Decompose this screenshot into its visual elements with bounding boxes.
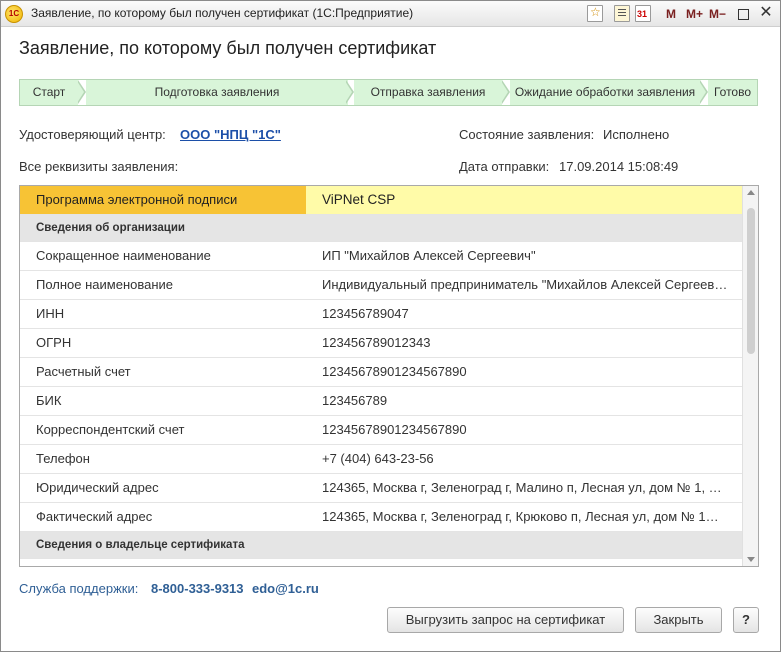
- table-row[interactable]: Фактический адрес 124365, Москва г, Зеле…: [20, 503, 742, 532]
- row-name: ИНН: [36, 306, 65, 321]
- table-row[interactable]: Полное наименование Индивидуальный предп…: [20, 271, 742, 300]
- table-row[interactable]: ОГРН 123456789012343: [20, 329, 742, 358]
- title-bar: 1С Заявление, по которому был получен се…: [1, 1, 780, 27]
- requisites-table[interactable]: Программа электронной подписи ViPNet CSP…: [19, 185, 759, 567]
- row-value: Индивидуальный предприниматель "Михайлов…: [322, 277, 728, 292]
- section-title: Сведения об организации: [36, 222, 185, 234]
- row-value: 12345678901234567890: [322, 364, 467, 379]
- row-value: +7 (404) 643-23-56: [322, 451, 434, 466]
- calendar-icon[interactable]: [635, 5, 651, 22]
- row-value: ИП "Михайлов Алексей Сергеевич": [322, 248, 536, 263]
- row-value: 12345678901234567890: [322, 422, 467, 437]
- scroll-down-arrow-icon[interactable]: [747, 557, 755, 562]
- table-row[interactable]: ИНН 123456789047: [20, 300, 742, 329]
- row-name: Полное наименование: [36, 277, 174, 292]
- page-title: Заявление, по которому был получен серти…: [19, 38, 437, 58]
- support-label: Служба поддержки:: [19, 581, 139, 596]
- support-email-link[interactable]: edo@1c.ru: [252, 581, 319, 596]
- support-phone: 8-800-333-9313: [151, 581, 244, 596]
- sent-date-value: 17.09.2014 15:08:49: [559, 159, 679, 174]
- sent-date-label: Дата отправки:: [459, 159, 550, 174]
- step-start: Старт: [20, 80, 78, 105]
- section-title: Сведения о владельце сертификата: [36, 539, 245, 551]
- row-value: 124365, Москва г, Зеленоград г, Малино п…: [322, 480, 722, 495]
- row-value: 123456789047: [322, 306, 409, 321]
- row-name: ОГРН: [36, 335, 72, 350]
- dialog-window: 1С Заявление, по которому был получен се…: [0, 0, 781, 652]
- step-label: Старт: [32, 85, 66, 99]
- ca-label: Удостоверяющий центр:: [19, 127, 166, 142]
- section-organization[interactable]: Сведения об организации: [20, 215, 742, 242]
- 1c-logo-icon: 1С: [5, 5, 23, 23]
- row-value: 124365, Москва г, Зеленоград г, Крюково …: [322, 509, 719, 524]
- row-name: Фактический адрес: [36, 509, 153, 524]
- upload-request-button[interactable]: Выгрузить запрос на сертификат: [387, 607, 624, 633]
- step-done: Готово: [708, 80, 757, 105]
- row-name: Телефон: [36, 451, 90, 466]
- row-name: Юридический адрес: [36, 480, 159, 495]
- table-row[interactable]: Расчетный счет 12345678901234567890: [20, 358, 742, 387]
- memory-minus-button[interactable]: M−: [709, 7, 726, 21]
- help-button[interactable]: ?: [733, 607, 759, 633]
- row-value: 123456789: [322, 393, 388, 408]
- close-window-icon[interactable]: ✕: [759, 5, 773, 21]
- requisites-label: Все реквизиты заявления:: [19, 159, 179, 174]
- row-name: БИК: [36, 393, 62, 408]
- table-row[interactable]: Телефон +7 (404) 643-23-56: [20, 445, 742, 474]
- favorite-star-icon[interactable]: [587, 5, 603, 22]
- row-name: Программа электронной подписи: [36, 192, 238, 207]
- close-button[interactable]: Закрыть: [635, 607, 722, 633]
- row-name: Расчетный счет: [36, 364, 131, 379]
- status-value: Исполнено: [603, 127, 670, 142]
- table-row[interactable]: БИК 123456789: [20, 387, 742, 416]
- table-row[interactable]: Корреспондентский счет 12345678901234567…: [20, 416, 742, 445]
- row-name: Корреспондентский счет: [36, 422, 185, 437]
- scroll-up-arrow-icon[interactable]: [747, 190, 755, 195]
- table-row-signature-program[interactable]: Программа электронной подписи ViPNet CSP: [20, 186, 742, 215]
- table-row[interactable]: Юридический адрес 124365, Москва г, Зеле…: [20, 474, 742, 503]
- step-waiting: Ожидание обработки заявления: [510, 80, 700, 105]
- vertical-scrollbar[interactable]: [742, 186, 758, 566]
- memory-plus-button[interactable]: M+: [686, 7, 703, 21]
- memory-m-button[interactable]: M: [666, 7, 676, 21]
- progress-steps: Старт Подготовка заявления Отправка заяв…: [19, 79, 758, 106]
- scroll-thumb[interactable]: [747, 208, 755, 354]
- section-certificate-owner[interactable]: Сведения о владельце сертификата: [20, 532, 742, 559]
- step-label: Готово: [713, 85, 752, 99]
- row-name: Сокращенное наименование: [36, 248, 211, 263]
- step-preparation: Подготовка заявления: [86, 80, 348, 105]
- ca-link[interactable]: ООО "НПЦ "1С": [180, 127, 281, 142]
- step-label: Ожидание обработки заявления: [514, 85, 696, 99]
- row-value: ViPNet CSP: [322, 192, 396, 207]
- status-label: Состояние заявления:: [459, 127, 595, 142]
- restore-window-icon[interactable]: [738, 9, 749, 20]
- window-title: Заявление, по которому был получен серти…: [31, 6, 414, 20]
- step-sending: Отправка заявления: [354, 80, 502, 105]
- calculator-icon[interactable]: [614, 5, 630, 22]
- table-row[interactable]: Сокращенное наименование ИП "Михайлов Ал…: [20, 242, 742, 271]
- row-value: 123456789012343: [322, 335, 431, 350]
- step-label: Отправка заявления: [370, 85, 486, 99]
- step-label: Подготовка заявления: [154, 85, 280, 99]
